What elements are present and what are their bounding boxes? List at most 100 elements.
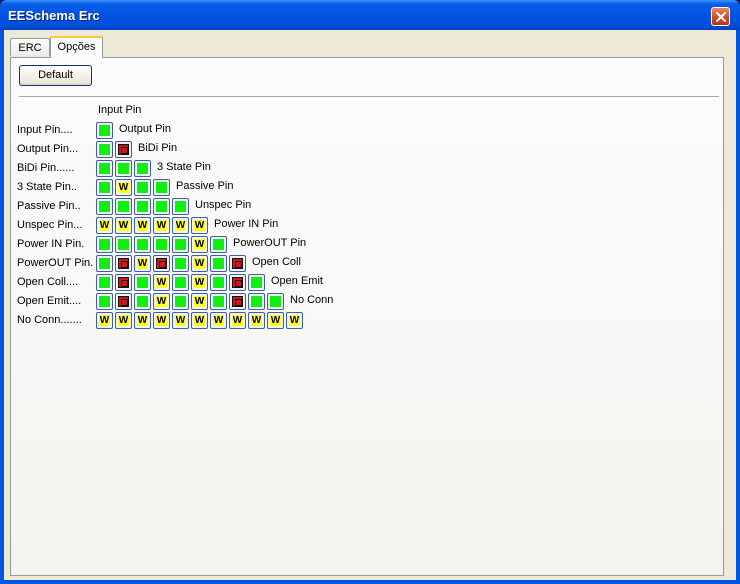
erc-cell-ok[interactable] bbox=[115, 198, 132, 215]
erc-cell-ok[interactable] bbox=[134, 274, 151, 291]
erc-cell-ok[interactable] bbox=[172, 198, 189, 215]
erc-cell-ok[interactable] bbox=[134, 179, 151, 196]
tab-erc[interactable]: ERC bbox=[10, 38, 50, 56]
erc-cell-warn[interactable]: W bbox=[267, 312, 284, 329]
erc-cell-warn[interactable]: W bbox=[191, 312, 208, 329]
column-label: Open Emit bbox=[271, 275, 323, 287]
erc-cell-warn[interactable]: W bbox=[248, 312, 265, 329]
row-label: Unspec Pin... bbox=[17, 219, 83, 231]
default-button[interactable]: Default bbox=[19, 65, 92, 86]
erc-cell-warn[interactable]: W bbox=[153, 293, 170, 310]
ok-icon bbox=[118, 163, 129, 174]
erc-cell-err[interactable] bbox=[115, 141, 132, 158]
erc-cell-ok[interactable] bbox=[96, 122, 113, 139]
erc-cell-err[interactable] bbox=[115, 274, 132, 291]
erc-cell-ok[interactable] bbox=[115, 236, 132, 253]
erc-cell-err[interactable] bbox=[229, 274, 246, 291]
erc-cell-ok[interactable] bbox=[134, 236, 151, 253]
erc-cell-ok[interactable] bbox=[172, 255, 189, 272]
erc-cell-warn[interactable]: W bbox=[210, 312, 227, 329]
erc-cell-ok[interactable] bbox=[96, 160, 113, 177]
ok-icon bbox=[137, 182, 148, 193]
erc-cell-ok[interactable] bbox=[134, 160, 151, 177]
erc-cell-warn[interactable]: W bbox=[229, 312, 246, 329]
erc-cell-ok[interactable] bbox=[96, 293, 113, 310]
erc-cell-ok[interactable] bbox=[267, 293, 284, 310]
erc-cell-warn[interactable]: W bbox=[96, 312, 113, 329]
erc-cell-warn[interactable]: W bbox=[191, 274, 208, 291]
erc-cell-ok[interactable] bbox=[96, 179, 113, 196]
erc-cell-ok[interactable] bbox=[210, 255, 227, 272]
row-label: PowerOUT Pin. bbox=[17, 257, 94, 269]
warning-icon: W bbox=[175, 220, 186, 231]
erc-cell-warn[interactable]: W bbox=[134, 217, 151, 234]
separator bbox=[19, 96, 719, 98]
ok-icon bbox=[251, 277, 262, 288]
warning-icon: W bbox=[194, 239, 205, 250]
erc-cell-warn[interactable]: W bbox=[134, 255, 151, 272]
column-label: Output Pin bbox=[119, 123, 171, 135]
erc-cell-warn[interactable]: W bbox=[191, 217, 208, 234]
erc-cell-ok[interactable] bbox=[210, 293, 227, 310]
erc-cell-err[interactable] bbox=[229, 255, 246, 272]
erc-cell-warn[interactable]: W bbox=[153, 274, 170, 291]
erc-cell-ok[interactable] bbox=[134, 293, 151, 310]
erc-cell-err[interactable] bbox=[153, 255, 170, 272]
erc-cell-ok[interactable] bbox=[115, 160, 132, 177]
erc-cell-ok[interactable] bbox=[210, 236, 227, 253]
ok-icon bbox=[99, 163, 110, 174]
row-label: Power IN Pin. bbox=[17, 238, 85, 250]
erc-cell-ok[interactable] bbox=[153, 236, 170, 253]
erc-cell-ok[interactable] bbox=[153, 198, 170, 215]
ok-icon bbox=[99, 258, 110, 269]
column-label-input-pin: Input Pin bbox=[98, 104, 142, 116]
erc-cell-err[interactable] bbox=[115, 255, 132, 272]
erc-cell-ok[interactable] bbox=[210, 274, 227, 291]
warning-icon: W bbox=[156, 296, 167, 307]
warning-icon: W bbox=[137, 315, 148, 326]
erc-cell-ok[interactable] bbox=[96, 236, 113, 253]
options-panel: Default Input Pin Input Pin.... Output Pin… bbox=[10, 57, 724, 576]
erc-cell-warn[interactable]: W bbox=[153, 217, 170, 234]
column-label: Open Coll bbox=[252, 256, 301, 268]
erc-cell-warn[interactable]: W bbox=[115, 179, 132, 196]
erc-cell-warn[interactable]: W bbox=[172, 217, 189, 234]
error-icon bbox=[118, 277, 129, 288]
erc-cell-warn[interactable]: W bbox=[172, 312, 189, 329]
tab-opcoes[interactable]: Opções bbox=[50, 36, 103, 58]
erc-cell-warn[interactable]: W bbox=[153, 312, 170, 329]
erc-cell-ok[interactable] bbox=[172, 293, 189, 310]
column-label: PowerOUT Pin bbox=[233, 237, 307, 249]
erc-cell-warn[interactable]: W bbox=[191, 255, 208, 272]
erc-cell-warn[interactable]: W bbox=[96, 217, 113, 234]
erc-cell-warn[interactable]: W bbox=[191, 293, 208, 310]
ok-icon bbox=[175, 277, 186, 288]
ok-icon bbox=[251, 296, 262, 307]
erc-cell-err[interactable] bbox=[229, 293, 246, 310]
erc-cell-warn[interactable]: W bbox=[115, 312, 132, 329]
erc-cell-ok[interactable] bbox=[248, 274, 265, 291]
erc-cell-ok[interactable] bbox=[172, 236, 189, 253]
ok-icon bbox=[213, 258, 224, 269]
erc-cell-ok[interactable] bbox=[96, 274, 113, 291]
error-icon bbox=[232, 258, 243, 269]
title-bar[interactable]: EESchema Erc bbox=[0, 0, 740, 30]
erc-cell-err[interactable] bbox=[115, 293, 132, 310]
ok-icon bbox=[213, 239, 224, 250]
erc-cell-ok[interactable] bbox=[96, 141, 113, 158]
warning-icon: W bbox=[137, 258, 148, 269]
erc-cell-ok[interactable] bbox=[248, 293, 265, 310]
erc-cell-ok[interactable] bbox=[172, 274, 189, 291]
erc-cell-ok[interactable] bbox=[96, 255, 113, 272]
erc-cell-ok[interactable] bbox=[134, 198, 151, 215]
warning-icon: W bbox=[156, 277, 167, 288]
erc-cell-ok[interactable] bbox=[96, 198, 113, 215]
erc-cell-ok[interactable] bbox=[153, 179, 170, 196]
erc-cell-warn[interactable]: W bbox=[134, 312, 151, 329]
erc-cell-warn[interactable]: W bbox=[115, 217, 132, 234]
close-button[interactable] bbox=[711, 7, 730, 26]
erc-cell-warn[interactable]: W bbox=[191, 236, 208, 253]
erc-cell-warn[interactable]: W bbox=[286, 312, 303, 329]
warning-icon: W bbox=[194, 258, 205, 269]
ok-icon bbox=[213, 277, 224, 288]
